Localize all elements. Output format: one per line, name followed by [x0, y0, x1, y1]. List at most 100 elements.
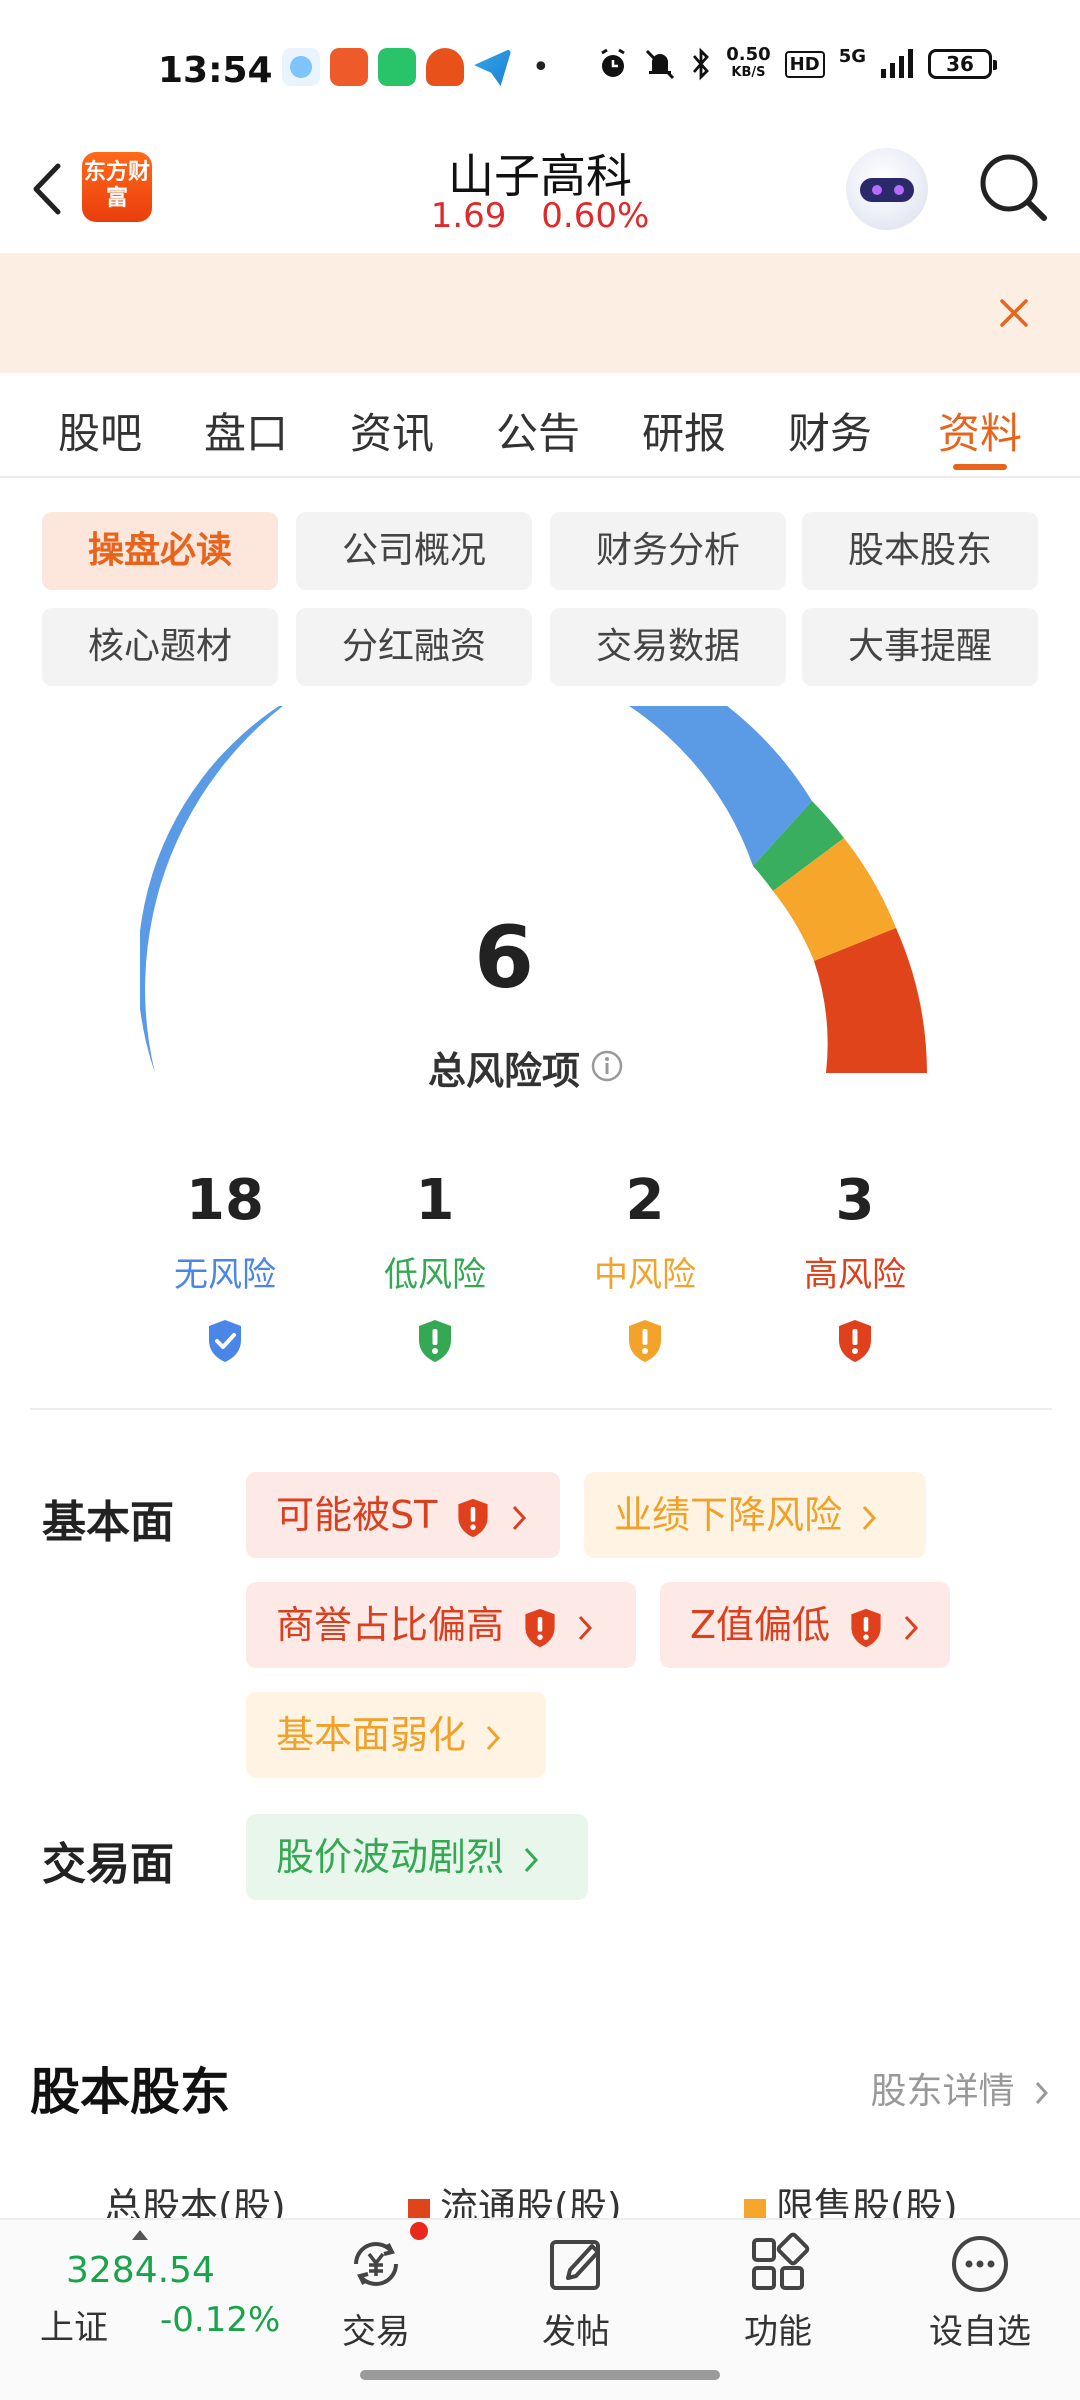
nav-trade[interactable]: 交易	[306, 2232, 446, 2353]
tab-pankou[interactable]: 盘口	[186, 400, 306, 461]
status-bar: 13:54 • 0.50 KB/S HD 5G 36	[0, 0, 1080, 140]
home-indicator[interactable]	[360, 2370, 720, 2380]
tab-guba[interactable]: 股吧	[40, 400, 160, 461]
chevron-right-icon	[1035, 2081, 1049, 2105]
robot-eye-right	[894, 185, 904, 195]
exclamation-shield-icon	[629, 1320, 661, 1362]
chevron-right-icon	[862, 1505, 877, 1530]
notification-dot	[410, 2222, 428, 2240]
risk-tag-high-goodwill[interactable]: 商誉占比偏高	[246, 1582, 636, 1668]
tag-text: Z值偏低	[690, 1603, 831, 1647]
tab-announcements[interactable]: 公告	[478, 400, 598, 461]
chevron-right-icon	[486, 1725, 501, 1750]
ai-assistant-robot-icon[interactable]	[846, 148, 928, 230]
system-status: 0.50 KB/S HD 5G 36	[596, 44, 997, 82]
shareholder-details-link[interactable]: 股东详情	[871, 2062, 1050, 2114]
iqiyi-app-icon	[378, 48, 416, 86]
telegram-app-icon	[474, 48, 512, 86]
index-name[interactable]: 上证	[40, 2300, 108, 2349]
chevron-right-icon	[579, 1615, 593, 1640]
nav-label: 发帖	[542, 2312, 610, 2352]
risk-tag-price-volatility[interactable]: 股价波动剧烈	[246, 1814, 588, 1900]
securities-app-icon	[330, 48, 368, 86]
risk-level-low[interactable]: 1 低风险	[330, 1168, 540, 1364]
risk-label: 无风险	[174, 1255, 276, 1295]
check-shield-icon	[209, 1320, 241, 1362]
tab-research[interactable]: 研报	[624, 400, 744, 461]
risk-count: 18	[186, 1168, 264, 1233]
risk-level-high[interactable]: 3 高风险	[750, 1168, 960, 1364]
risk-tag-possible-st[interactable]: 可能被ST	[246, 1472, 560, 1558]
robot-eye-left	[872, 185, 882, 195]
status-time: 13:54	[158, 50, 273, 91]
notification-icons: •	[282, 48, 550, 86]
mute-bell-icon	[646, 49, 675, 80]
stock-tabs: 股吧 盘口 资讯 公告 研报 财务 资料	[0, 374, 1080, 478]
total-risk-count: 6	[474, 908, 534, 1008]
trading-label: 交易面	[42, 1839, 174, 1890]
chip-dividends-financing[interactable]: 分红融资	[296, 608, 532, 686]
chevron-right-icon	[905, 1615, 919, 1640]
equity-section-title: 股本股东	[30, 2063, 230, 2121]
lantern-app-icon	[426, 48, 464, 86]
more-circle-icon	[952, 2236, 1008, 2292]
chip-financial-analysis[interactable]: 财务分析	[550, 512, 786, 590]
stock-change-pct: 0.60%	[541, 196, 650, 236]
network-speed: 0.50 KB/S	[726, 44, 771, 81]
close-icon[interactable]	[996, 295, 1032, 331]
risk-tag-weakening-fundamentals[interactable]: 基本面弱化	[246, 1692, 546, 1778]
total-risk-label: 总风险项	[427, 1049, 580, 1093]
exclamation-shield-icon	[419, 1320, 451, 1362]
tab-finance[interactable]: 财务	[770, 400, 890, 461]
nav-post[interactable]: 发帖	[506, 2232, 646, 2353]
chip-event-reminders[interactable]: 大事提醒	[802, 608, 1038, 686]
chip-trading-guide[interactable]: 操盘必读	[42, 512, 278, 590]
chip-trading-data[interactable]: 交易数据	[550, 608, 786, 686]
more-notifications-dot: •	[532, 49, 550, 85]
functions-grid-icon	[752, 2232, 810, 2290]
search-icon[interactable]	[974, 148, 1054, 228]
risk-count: 3	[835, 1168, 875, 1233]
tag-text: 股价波动剧烈	[276, 1835, 505, 1879]
tag-text: 可能被ST	[276, 1493, 438, 1537]
signal-bars-icon	[881, 49, 913, 78]
yuan-trade-icon	[354, 2242, 398, 2286]
risk-label: 低风险	[384, 1255, 486, 1295]
tab-profile[interactable]: 资料	[920, 400, 1040, 470]
warning-shield-icon	[525, 1608, 555, 1647]
risk-count: 2	[625, 1168, 665, 1233]
index-caret-icon	[132, 2230, 148, 2240]
risk-level-none[interactable]: 18 无风险	[120, 1168, 330, 1364]
chip-core-themes[interactable]: 核心题材	[42, 608, 278, 686]
risk-label: 中风险	[594, 1255, 696, 1295]
gauge-segment-no-risk	[140, 705, 812, 1073]
warning-shield-icon	[851, 1608, 881, 1647]
index-change[interactable]: -0.12%	[160, 2300, 280, 2340]
tab-news[interactable]: 资讯	[332, 400, 452, 461]
robot-visor	[860, 178, 914, 202]
hd-badge: HD	[784, 50, 825, 78]
risk-tag-low-z-score[interactable]: Z值偏低	[660, 1582, 950, 1668]
risk-count: 1	[415, 1168, 455, 1233]
promo-banner	[0, 253, 1080, 373]
risk-level-medium[interactable]: 2 中风险	[540, 1168, 750, 1364]
risk-tag-earnings-decline[interactable]: 业绩下降风险	[584, 1472, 926, 1558]
chip-share-capital[interactable]: 股本股东	[802, 512, 1038, 590]
index-value[interactable]: 3284.54	[66, 2250, 215, 2291]
risk-label: 高风险	[804, 1255, 906, 1295]
chip-company-overview[interactable]: 公司概况	[296, 512, 532, 590]
browser-app-icon	[282, 48, 320, 86]
link-text: 股东详情	[870, 2071, 1015, 2112]
fundamentals-label: 基本面	[42, 1497, 174, 1548]
warning-shield-icon	[458, 1498, 489, 1537]
info-icon[interactable]	[590, 1049, 624, 1083]
alarm-icon	[601, 48, 626, 77]
nav-add-watchlist[interactable]: 设自选	[910, 2232, 1050, 2353]
tag-text: 基本面弱化	[276, 1713, 467, 1757]
tag-text: 商誉占比偏高	[276, 1603, 505, 1647]
stock-header: 东方财富 山子高科 1.69 0.60%	[0, 140, 1080, 252]
section-divider	[30, 1408, 1052, 1410]
nav-label: 交易	[342, 2312, 410, 2352]
tag-text: 业绩下降风险	[614, 1493, 843, 1537]
nav-functions[interactable]: 功能	[708, 2232, 848, 2353]
